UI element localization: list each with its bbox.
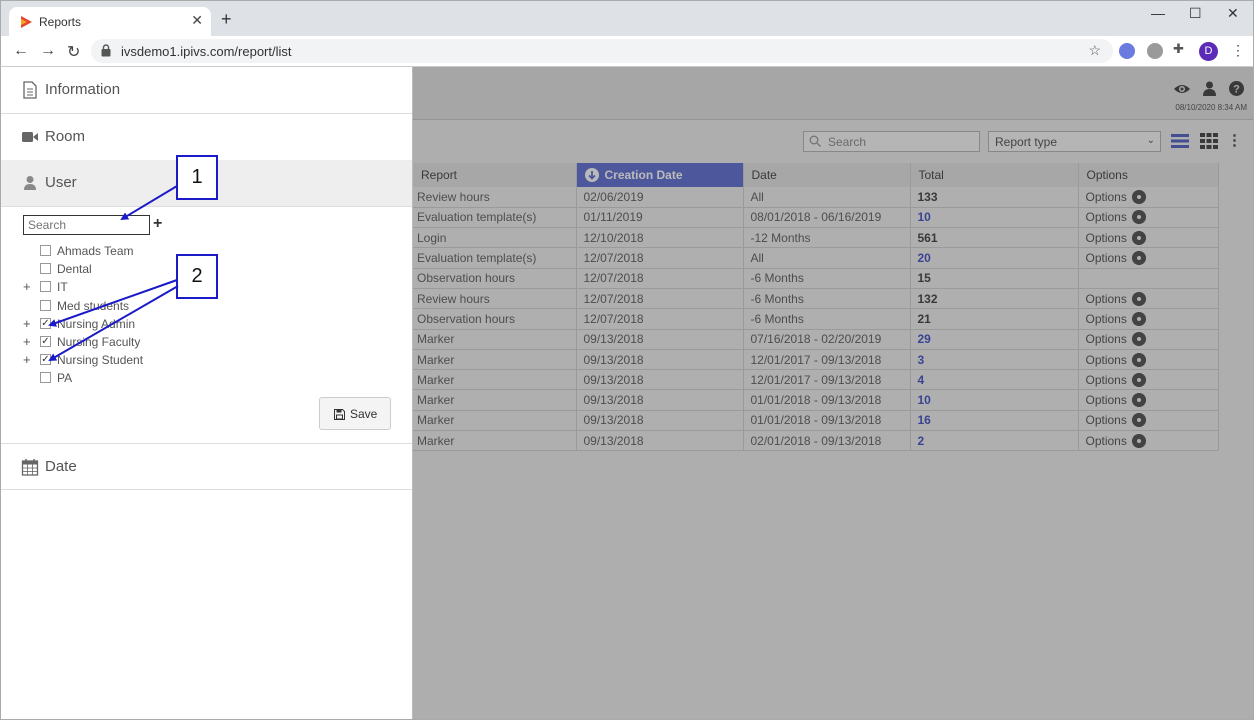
lock-icon bbox=[101, 44, 111, 57]
expand-icon[interactable]: + bbox=[23, 334, 31, 349]
group-checkbox[interactable] bbox=[40, 299, 51, 311]
group-checkbox[interactable] bbox=[40, 372, 51, 384]
tab-title: Reports bbox=[39, 15, 82, 29]
group-label: Med students bbox=[57, 298, 130, 313]
expand-icon[interactable]: + bbox=[23, 316, 31, 331]
user-group-item[interactable]: + ✓ Nursing Faculty bbox=[1, 333, 261, 351]
browser-tab[interactable]: Reports ✕ bbox=[9, 7, 211, 37]
close-tab-icon[interactable]: ✕ bbox=[191, 12, 203, 29]
url-field[interactable]: ivsdemo1.ipivs.com/report/list ☆ bbox=[91, 39, 1113, 63]
group-label: Nursing Student bbox=[57, 353, 144, 368]
app-logo-icon bbox=[21, 16, 32, 28]
user-group-item[interactable]: Med students bbox=[1, 297, 261, 315]
address-bar: ← → ↻ ivsdemo1.ipivs.com/report/list ☆ ✚… bbox=[0, 36, 1254, 67]
user-group-item[interactable]: + ✓ Nursing Admin bbox=[1, 315, 261, 333]
video-camera-icon bbox=[22, 132, 38, 142]
floppy-disk-icon bbox=[334, 409, 345, 420]
save-button-label: Save bbox=[350, 407, 378, 421]
reload-icon[interactable]: ↻ bbox=[67, 42, 80, 62]
section-date[interactable]: Date bbox=[1, 443, 412, 490]
expand-icon[interactable]: + bbox=[23, 352, 31, 367]
minimize-icon[interactable]: — bbox=[1151, 5, 1165, 21]
maximize-icon[interactable]: ☐ bbox=[1189, 5, 1202, 22]
group-checkbox[interactable]: ✓ bbox=[40, 336, 51, 347]
user-icon bbox=[24, 176, 36, 190]
group-checkbox[interactable] bbox=[40, 245, 51, 256]
user-group-item[interactable]: + ✓ Nursing Student bbox=[1, 351, 261, 369]
back-icon[interactable]: ← bbox=[13, 42, 29, 60]
section-user-label: User bbox=[45, 174, 77, 191]
group-label: Nursing Admin bbox=[57, 316, 136, 331]
group-label: Dental bbox=[57, 262, 92, 277]
user-group-item[interactable]: Ahmads Team bbox=[1, 242, 261, 260]
extension-globe-icon[interactable] bbox=[1147, 43, 1163, 59]
save-button[interactable]: Save bbox=[319, 397, 391, 430]
add-group-icon[interactable]: + bbox=[153, 215, 162, 233]
group-label: PA bbox=[57, 371, 73, 386]
expand-icon[interactable]: + bbox=[23, 279, 31, 294]
group-checkbox[interactable] bbox=[40, 263, 51, 275]
user-search-input[interactable] bbox=[23, 215, 150, 235]
browser-menu-icon[interactable]: ⋮ bbox=[1231, 42, 1245, 59]
browser-tab-strip: Reports ✕ + — ☐ ✕ bbox=[0, 0, 1254, 37]
document-icon bbox=[23, 81, 37, 99]
user-group-item[interactable]: + IT bbox=[1, 278, 261, 296]
section-information-label: Information bbox=[45, 81, 121, 98]
extension-check-icon[interactable] bbox=[1119, 43, 1135, 59]
group-label: Ahmads Team bbox=[57, 244, 134, 258]
section-room[interactable]: Room bbox=[1, 114, 412, 161]
close-window-icon[interactable]: ✕ bbox=[1227, 5, 1239, 22]
group-label: Nursing Faculty bbox=[57, 335, 141, 349]
profile-avatar[interactable]: D bbox=[1199, 42, 1218, 61]
calendar-icon bbox=[21, 459, 39, 476]
section-room-label: Room bbox=[45, 128, 86, 145]
group-checkbox[interactable] bbox=[40, 281, 51, 293]
section-information[interactable]: Information bbox=[1, 67, 412, 114]
url-text: ivsdemo1.ipivs.com/report/list bbox=[121, 44, 292, 59]
callout-2: 2 bbox=[176, 254, 218, 299]
forward-icon[interactable]: → bbox=[40, 42, 56, 60]
bookmark-star-icon[interactable]: ☆ bbox=[1088, 42, 1101, 59]
modal-overlay[interactable] bbox=[413, 67, 1253, 719]
group-label: IT bbox=[57, 280, 68, 295]
extensions-puzzle-icon[interactable]: ✚ bbox=[1173, 41, 1184, 57]
group-checkbox[interactable]: ✓ bbox=[40, 317, 51, 329]
callout-1: 1 bbox=[176, 155, 218, 200]
user-group-item[interactable]: PA bbox=[1, 369, 261, 387]
section-date-label: Date bbox=[45, 458, 77, 475]
group-checkbox[interactable]: ✓ bbox=[40, 354, 51, 366]
new-tab-icon[interactable]: + bbox=[221, 10, 232, 28]
user-group-item[interactable]: Dental bbox=[1, 260, 261, 278]
